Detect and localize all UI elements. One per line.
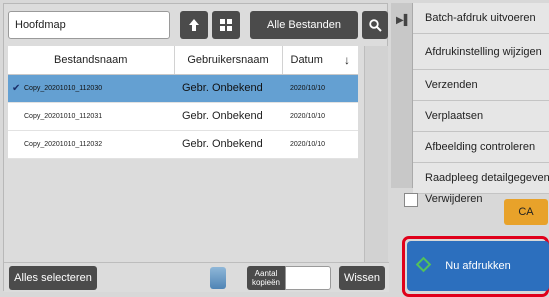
start-diamond-icon xyxy=(415,256,432,273)
column-header-date-label: Datum xyxy=(290,53,323,66)
view-toggle-button[interactable] xyxy=(212,11,240,39)
delete-label: Verwijderen xyxy=(425,193,483,205)
copies-input[interactable] xyxy=(285,266,331,290)
file-date: 2020/10/10 xyxy=(282,130,358,159)
file-name: Copy_20201010_112031 xyxy=(24,112,103,120)
file-table: Bestandsnaam Gebruikersnaam Datum ↓ ✔ Cop… xyxy=(8,46,358,159)
clear-button[interactable]: Wissen xyxy=(339,266,385,290)
send-action[interactable]: Verzenden xyxy=(413,70,549,101)
file-date: 2020/10/10 xyxy=(282,102,358,131)
copies-label-line2: kopieën xyxy=(251,278,281,287)
search-icon xyxy=(368,18,382,32)
bottom-bar: Alles selecteren Aantal kopieën Wissen xyxy=(4,262,389,292)
action-panel-toggle[interactable]: ▶▌ xyxy=(391,3,413,188)
folder-path[interactable]: Hoofdmap xyxy=(8,11,170,39)
move-action[interactable]: Verplaatsen xyxy=(413,101,549,132)
checkmark-icon: ✔ xyxy=(12,82,21,94)
file-date: 2020/10/10 xyxy=(282,74,358,103)
print-now-button[interactable]: Nu afdrukken xyxy=(407,241,549,291)
ca-button[interactable]: CA xyxy=(504,199,548,225)
arrow-up-icon xyxy=(189,19,199,31)
file-name: Copy_20201010_112030 xyxy=(24,84,103,92)
column-header-filename[interactable]: Bestandsnaam xyxy=(8,46,175,75)
file-user: Gebr. Onbekend xyxy=(174,130,282,159)
table-row[interactable]: ✔ Copy_20201010_112030 Gebr. Onbekend 202… xyxy=(8,74,358,103)
file-user: Gebr. Onbekend xyxy=(174,74,282,103)
column-header-date[interactable]: Datum ↓ xyxy=(282,46,358,75)
document-filing-screen: Hoofdmap Alle Bestanden Bestandsnaam Geb… xyxy=(0,0,549,297)
expand-arrow-icon[interactable]: ▶▌ xyxy=(396,15,411,26)
folder-up-button[interactable] xyxy=(180,11,208,39)
copies-label-line1: Aantal xyxy=(254,269,278,278)
action-menu: Batch-afdruk uitvoeren Afdrukinstelling … xyxy=(413,3,549,194)
grid-icon xyxy=(220,19,232,31)
delete-checkbox[interactable] xyxy=(404,193,418,207)
table-row[interactable]: Copy_20201010_112031 Gebr. Onbekend 2020… xyxy=(8,102,358,131)
column-header-username[interactable]: Gebruikersnaam xyxy=(174,46,283,75)
file-name: Copy_20201010_112032 xyxy=(24,140,103,148)
file-list-panel: Hoofdmap Alle Bestanden Bestandsnaam Geb… xyxy=(3,3,389,292)
list-scrollbar[interactable] xyxy=(364,46,388,264)
print-settings-label: Afdrukinstelling wijzigen xyxy=(425,46,542,58)
batch-print-action[interactable]: Batch-afdruk uitvoeren xyxy=(413,3,549,34)
all-files-button[interactable]: Alle Bestanden xyxy=(250,11,358,39)
print-settings-action[interactable]: Afdrukinstelling wijzigen xyxy=(413,34,549,70)
search-button[interactable] xyxy=(362,11,388,39)
select-all-button[interactable]: Alles selecteren xyxy=(9,266,97,290)
print-now-label: Nu afdrukken xyxy=(445,260,511,272)
copies-label: Aantal kopieën xyxy=(247,266,285,290)
toner-icon xyxy=(210,267,226,289)
file-user: Gebr. Onbekend xyxy=(174,102,282,131)
sort-down-icon[interactable]: ↓ xyxy=(344,53,350,67)
table-row[interactable]: Copy_20201010_112032 Gebr. Onbekend 2020… xyxy=(8,130,358,159)
view-details-action[interactable]: Raadpleeg detailgegevens xyxy=(413,163,549,194)
check-image-action[interactable]: Afbeelding controleren xyxy=(413,132,549,163)
